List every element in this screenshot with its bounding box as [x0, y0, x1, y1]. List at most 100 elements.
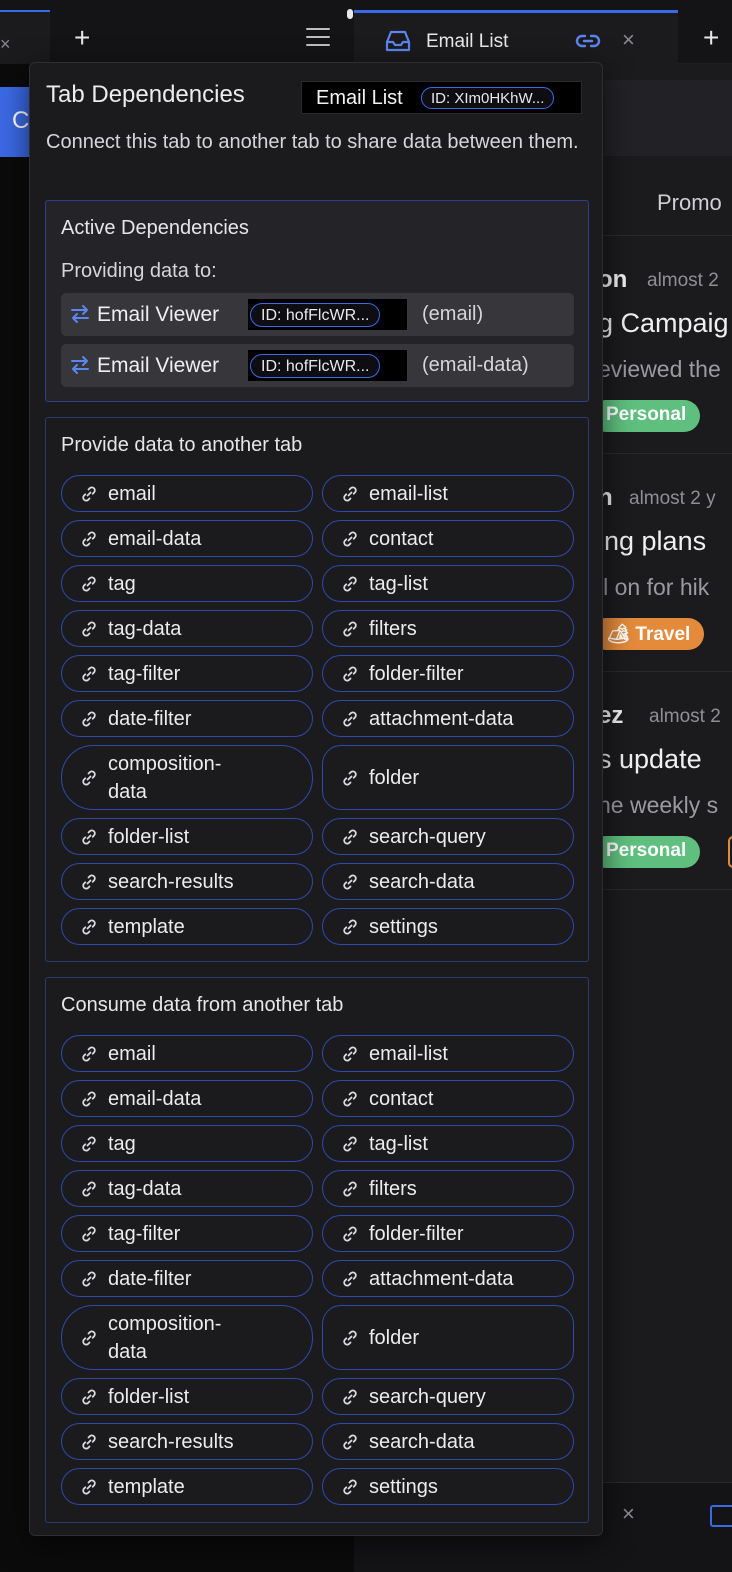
option-label: settings: [369, 1475, 438, 1498]
consume-option-tag-filter[interactable]: tag-filter: [61, 1215, 313, 1252]
consume-option-search-query[interactable]: search-query: [322, 1378, 574, 1415]
consume-option-date-filter[interactable]: date-filter: [61, 1260, 313, 1297]
link-icon: [79, 1328, 99, 1348]
link-icon: [340, 1224, 360, 1244]
option-label: email-list: [369, 482, 448, 505]
consume-option-composition-data[interactable]: composition-data: [61, 1305, 313, 1370]
consume-option-tag-list[interactable]: tag-list: [322, 1125, 574, 1162]
popover-description: Connect this tab to another tab to share…: [46, 131, 579, 153]
link-icon: [79, 1269, 99, 1289]
consume-option-attachment-data[interactable]: attachment-data: [322, 1260, 574, 1297]
provide-option-search-results[interactable]: search-results: [61, 863, 313, 900]
add-tab-button-right[interactable]: +: [703, 24, 719, 52]
option-label: filters: [369, 617, 417, 640]
provide-option-folder-filter[interactable]: folder-filter: [322, 655, 574, 692]
consume-option-email-data[interactable]: email-data: [61, 1080, 313, 1117]
tag-badge[interactable]: Personal: [590, 400, 701, 432]
provide-option-attachment-data[interactable]: attachment-data: [322, 700, 574, 737]
add-tab-button[interactable]: +: [74, 24, 90, 52]
provide-option-email-list[interactable]: email-list: [322, 475, 574, 512]
email-preview: ll on for hik: [598, 574, 710, 600]
provide-option-template[interactable]: template: [61, 908, 313, 945]
consume-option-folder-list[interactable]: folder-list: [61, 1378, 313, 1415]
provide-option-search-data[interactable]: search-data: [322, 863, 574, 900]
tag-badge[interactable]: Personal: [590, 836, 701, 868]
link-icon: [79, 872, 99, 892]
swap-icon: [69, 303, 91, 330]
consume-option-tag-data[interactable]: tag-data: [61, 1170, 313, 1207]
close-icon[interactable]: ×: [0, 34, 11, 55]
email-preview: eviewed the: [598, 356, 721, 382]
link-icon: [79, 1089, 99, 1109]
provide-option-folder[interactable]: folder: [322, 745, 574, 810]
provide-option-tag-list[interactable]: tag-list: [322, 565, 574, 602]
current-tab-badge: Email List ID: XIm0HKhW...: [301, 81, 582, 114]
option-label: tag-data: [108, 1177, 182, 1200]
swap-icon: [69, 354, 91, 381]
tab-email-list[interactable]: Email List ×: [354, 10, 678, 64]
consume-option-template[interactable]: template: [61, 1468, 313, 1505]
tab-previous[interactable]: ×: [0, 10, 50, 64]
option-label: date-filter: [108, 707, 192, 730]
tab-promotions[interactable]: Promo: [657, 190, 722, 216]
provide-option-composition-data[interactable]: composition-data: [61, 745, 313, 810]
option-label: composition-data: [108, 752, 222, 803]
link-icon: [340, 484, 360, 504]
provide-option-search-query[interactable]: search-query: [322, 818, 574, 855]
provide-option-tag-filter[interactable]: tag-filter: [61, 655, 313, 692]
link-icon: [340, 1477, 360, 1497]
consume-option-folder[interactable]: folder: [322, 1305, 574, 1370]
provide-option-tag-data[interactable]: tag-data: [61, 610, 313, 647]
provide-option-date-filter[interactable]: date-filter: [61, 700, 313, 737]
provide-option-email-data[interactable]: email-data: [61, 520, 313, 557]
link-icon: [79, 1432, 99, 1452]
email-preview: he weekly s: [598, 792, 719, 818]
providing-label: Providing data to:: [61, 260, 217, 282]
option-label: search-query: [369, 1385, 486, 1408]
dependency-row[interactable]: Email Viewer ID: hofFlcWR... (email-data…: [61, 344, 574, 387]
provide-option-contact[interactable]: contact: [322, 520, 574, 557]
popover-header: Tab Dependencies Email List ID: XIm0HKhW…: [46, 81, 586, 117]
tag-badge-partial[interactable]: [728, 836, 732, 868]
dependency-name: Email Viewer: [97, 354, 220, 377]
provide-option-folder-list[interactable]: folder-list: [61, 818, 313, 855]
link-icon: [79, 917, 99, 937]
link-icon: [340, 768, 360, 788]
option-label: template: [108, 1475, 185, 1498]
provide-option-filters[interactable]: filters: [322, 610, 574, 647]
consume-option-search-results[interactable]: search-results: [61, 1423, 313, 1460]
consume-option-settings[interactable]: settings: [322, 1468, 574, 1505]
close-icon[interactable]: ×: [622, 1501, 635, 1527]
consume-option-email-list[interactable]: email-list: [322, 1035, 574, 1072]
dependency-key: (email): [422, 303, 484, 325]
menu-icon[interactable]: [306, 28, 330, 48]
provide-section: Provide data to another tab email email-l…: [45, 417, 589, 962]
resize-handle[interactable]: [347, 9, 353, 19]
link-icon: [79, 1224, 99, 1244]
link-icon[interactable]: [574, 29, 602, 58]
close-tab-icon[interactable]: ×: [622, 27, 635, 53]
consume-option-search-data[interactable]: search-data: [322, 1423, 574, 1460]
consume-option-folder-filter[interactable]: folder-filter: [322, 1215, 574, 1252]
link-icon: [79, 484, 99, 504]
panel-icon[interactable]: [710, 1505, 732, 1527]
option-label: tag: [108, 1132, 136, 1155]
link-icon: [79, 709, 99, 729]
link-icon: [79, 1179, 99, 1199]
dependency-row[interactable]: Email Viewer ID: hofFlcWR... (email): [61, 293, 574, 336]
provide-option-settings[interactable]: settings: [322, 908, 574, 945]
consume-option-tag[interactable]: tag: [61, 1125, 313, 1162]
option-label: tag-filter: [108, 662, 181, 685]
provide-option-tag[interactable]: tag: [61, 565, 313, 602]
provide-option-email[interactable]: email: [61, 475, 313, 512]
popover-title: Tab Dependencies: [46, 81, 245, 108]
link-icon: [79, 1044, 99, 1064]
dependency-id: ID: hofFlcWR...: [250, 354, 381, 378]
option-label: date-filter: [108, 1267, 192, 1290]
tag-badge[interactable]: 🏕 Travel: [590, 618, 705, 650]
consume-option-filters[interactable]: filters: [322, 1170, 574, 1207]
consume-option-email[interactable]: email: [61, 1035, 313, 1072]
consume-option-contact[interactable]: contact: [322, 1080, 574, 1117]
option-label: tag-filter: [108, 1222, 181, 1245]
link-icon: [340, 872, 360, 892]
